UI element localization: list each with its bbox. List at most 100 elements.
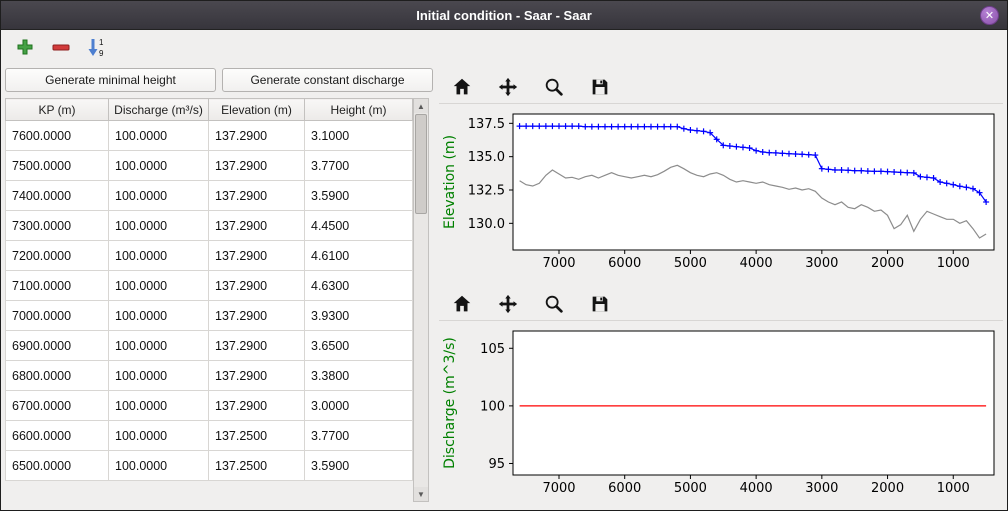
close-icon: ✕	[985, 9, 994, 22]
home-button[interactable]	[449, 74, 475, 100]
svg-text:5000: 5000	[674, 481, 707, 496]
table-cell[interactable]: 137.2900	[209, 271, 305, 301]
svg-text:2000: 2000	[871, 256, 904, 271]
table-cell[interactable]: 100.0000	[109, 391, 209, 421]
column-header[interactable]: Discharge (m³/s)	[109, 99, 209, 121]
table-cell[interactable]: 6500.0000	[6, 451, 109, 481]
table-cell[interactable]: 100.0000	[109, 451, 209, 481]
table-cell[interactable]: 3.7700	[305, 421, 413, 451]
table-row: 6800.0000100.0000137.29003.3800	[6, 361, 413, 391]
home-icon	[451, 293, 473, 315]
svg-text:6000: 6000	[608, 481, 641, 496]
pan-button[interactable]	[495, 74, 521, 100]
zoom-button[interactable]	[541, 74, 567, 100]
table-cell[interactable]: 100.0000	[109, 301, 209, 331]
table-cell[interactable]: 4.6100	[305, 241, 413, 271]
save-button[interactable]	[587, 291, 613, 317]
svg-text:132.5: 132.5	[468, 184, 505, 199]
table-cell[interactable]: 100.0000	[109, 361, 209, 391]
table-cell[interactable]: 100.0000	[109, 331, 209, 361]
table-cell[interactable]: 3.6500	[305, 331, 413, 361]
save-button[interactable]	[587, 74, 613, 100]
add-row-button[interactable]	[13, 35, 37, 59]
table-cell[interactable]: 7400.0000	[6, 181, 109, 211]
svg-text:9: 9	[99, 49, 104, 57]
table-cell[interactable]: 100.0000	[109, 211, 209, 241]
close-button[interactable]: ✕	[980, 6, 999, 25]
scroll-up-button[interactable]: ▲	[414, 99, 428, 113]
table-cell[interactable]: 100.0000	[109, 241, 209, 271]
table-cell[interactable]: 100.0000	[109, 181, 209, 211]
svg-text:3000: 3000	[805, 481, 838, 496]
table-cell[interactable]: 137.2900	[209, 391, 305, 421]
app-toolbar: 1 9	[1, 30, 1007, 64]
scrollbar-thumb[interactable]	[415, 114, 427, 214]
table-cell[interactable]: 3.7700	[305, 151, 413, 181]
table-cell[interactable]: 3.5900	[305, 451, 413, 481]
table-cell[interactable]: 100.0000	[109, 271, 209, 301]
titlebar[interactable]: Initial condition - Saar - Saar ✕	[1, 1, 1007, 30]
table-cell[interactable]: 137.2900	[209, 181, 305, 211]
svg-text:3000: 3000	[805, 256, 838, 271]
table-cell[interactable]: 137.2500	[209, 421, 305, 451]
table-cell[interactable]: 3.9300	[305, 301, 413, 331]
column-header[interactable]: KP (m)	[6, 99, 109, 121]
table-cell[interactable]: 137.2900	[209, 361, 305, 391]
table-cell[interactable]: 137.2900	[209, 331, 305, 361]
pan-icon	[497, 293, 519, 315]
scroll-down-button[interactable]: ▼	[414, 487, 428, 501]
zoom-button[interactable]	[541, 291, 567, 317]
table-cell[interactable]: 137.2900	[209, 241, 305, 271]
table-row: 6500.0000100.0000137.25003.5900	[6, 451, 413, 481]
table-cell[interactable]: 3.0000	[305, 391, 413, 421]
table-scrollbar[interactable]: ▲ ▼	[413, 98, 429, 502]
table-cell[interactable]: 7000.0000	[6, 301, 109, 331]
table-cell[interactable]: 137.2900	[209, 211, 305, 241]
table-cell[interactable]: 137.2900	[209, 121, 305, 151]
table-cell[interactable]: 137.2900	[209, 301, 305, 331]
table-cell[interactable]: 7600.0000	[6, 121, 109, 151]
table-row: 6700.0000100.0000137.29003.0000	[6, 391, 413, 421]
table-cell[interactable]: 3.3800	[305, 361, 413, 391]
save-icon	[589, 293, 611, 315]
svg-text:7000: 7000	[542, 481, 575, 496]
table-cell[interactable]: 6600.0000	[6, 421, 109, 451]
table-row: 7100.0000100.0000137.29004.6300	[6, 271, 413, 301]
table-cell[interactable]: 100.0000	[109, 151, 209, 181]
window-title: Initial condition - Saar - Saar	[416, 8, 592, 23]
main-content: Generate minimal height Generate constan…	[1, 64, 1007, 510]
table-cell[interactable]: 4.6300	[305, 271, 413, 301]
svg-text:6000: 6000	[608, 256, 641, 271]
svg-text:1000: 1000	[937, 256, 970, 271]
pan-button[interactable]	[495, 291, 521, 317]
svg-text:5000: 5000	[674, 256, 707, 271]
table-cell[interactable]: 6800.0000	[6, 361, 109, 391]
table-cell[interactable]: 4.4500	[305, 211, 413, 241]
table-cell[interactable]: 100.0000	[109, 121, 209, 151]
plus-icon	[15, 37, 35, 57]
column-header[interactable]: Elevation (m)	[209, 99, 305, 121]
table-area: KP (m)Discharge (m³/s)Elevation (m)Heigh…	[5, 98, 433, 510]
table-cell[interactable]: 137.2500	[209, 451, 305, 481]
elevation-plot[interactable]: 7000600050004000300020001000130.0132.513…	[439, 108, 999, 278]
sort-rows-button[interactable]: 1 9	[85, 35, 109, 59]
table-cell[interactable]: 7100.0000	[6, 271, 109, 301]
table-cell[interactable]: 6900.0000	[6, 331, 109, 361]
table-cell[interactable]: 6700.0000	[6, 391, 109, 421]
remove-row-button[interactable]	[49, 35, 73, 59]
column-header[interactable]: Height (m)	[305, 99, 413, 121]
discharge-plot[interactable]: 700060005000400030002000100095100105Disc…	[439, 325, 999, 503]
home-button[interactable]	[449, 291, 475, 317]
generate-constant-discharge-button[interactable]: Generate constant discharge	[222, 68, 433, 92]
table-cell[interactable]: 7300.0000	[6, 211, 109, 241]
svg-text:100: 100	[480, 399, 505, 414]
scrollbar-track[interactable]	[414, 113, 428, 487]
table-cell[interactable]: 3.5900	[305, 181, 413, 211]
table-cell[interactable]: 100.0000	[109, 421, 209, 451]
svg-text:7000: 7000	[542, 256, 575, 271]
table-cell[interactable]: 137.2900	[209, 151, 305, 181]
table-cell[interactable]: 7200.0000	[6, 241, 109, 271]
generate-minimal-height-button[interactable]: Generate minimal height	[5, 68, 216, 92]
table-cell[interactable]: 7500.0000	[6, 151, 109, 181]
table-cell[interactable]: 3.1000	[305, 121, 413, 151]
